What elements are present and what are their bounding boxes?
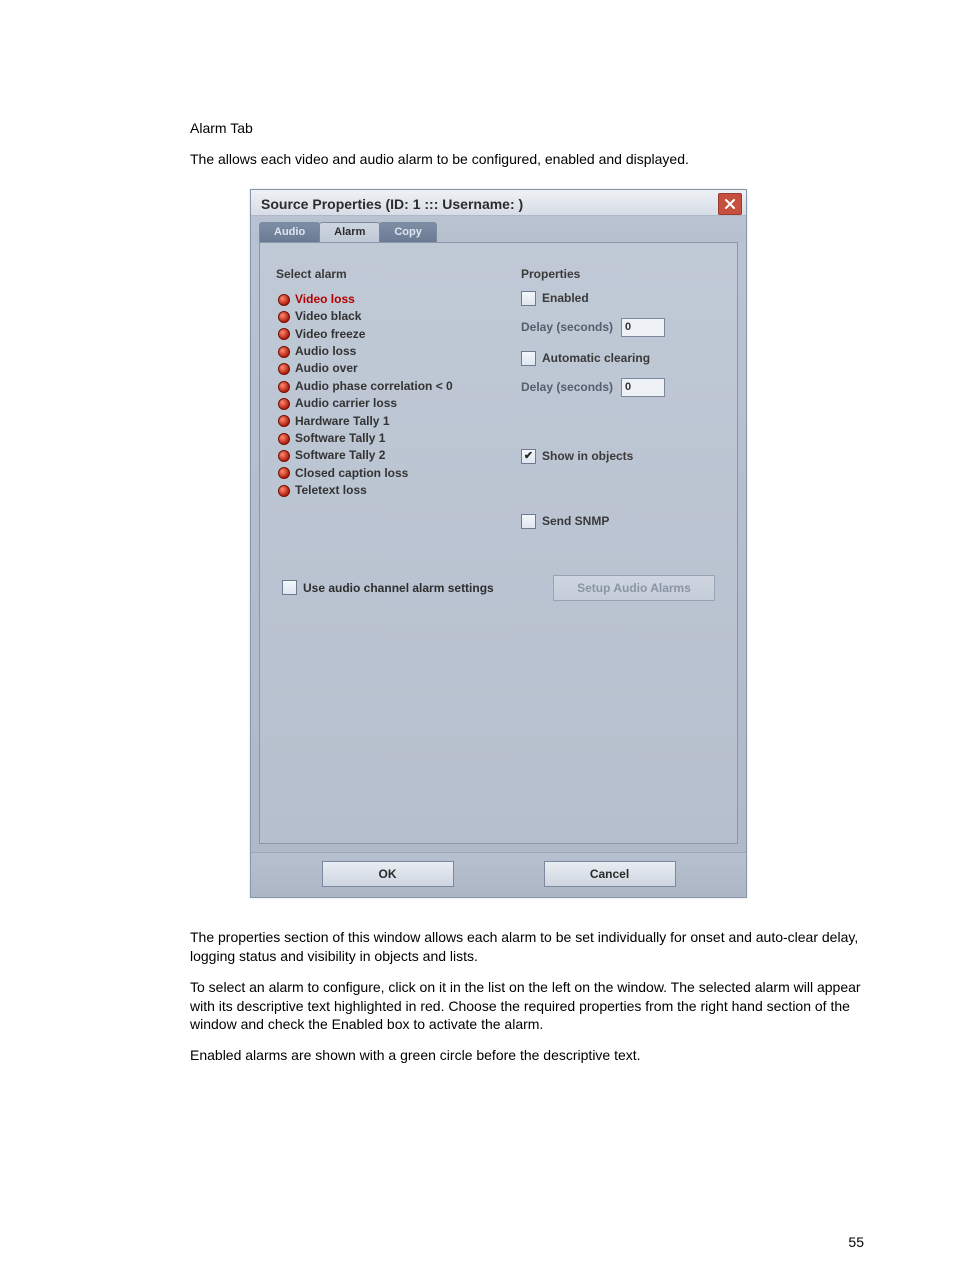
body-paragraph: To select an alarm to configure, click o…	[190, 978, 864, 1035]
status-dot-icon	[278, 381, 290, 393]
list-item[interactable]: Teletext loss	[278, 482, 497, 499]
titlebar: Source Properties (ID: 1 ::: Username: )	[251, 190, 746, 216]
list-item[interactable]: Audio over	[278, 360, 497, 377]
text: The	[190, 151, 218, 167]
send-snmp-checkbox-row[interactable]: Send SNMP	[521, 514, 721, 529]
list-item[interactable]: Video black	[278, 308, 497, 325]
dialog-buttons: OK Cancel	[251, 852, 746, 897]
intro-paragraph: The allows each video and audio alarm to…	[190, 150, 864, 169]
checkbox-label: Enabled	[542, 291, 589, 305]
alarm-label: Video black	[295, 308, 361, 325]
list-item[interactable]: Audio phase correlation < 0	[278, 378, 497, 395]
checkbox-icon[interactable]	[282, 580, 297, 595]
tab-alarm[interactable]: Alarm	[319, 222, 380, 242]
tab-audio[interactable]: Audio	[259, 222, 320, 242]
status-dot-icon	[278, 450, 290, 462]
alarm-label: Audio loss	[295, 343, 356, 360]
setup-audio-alarms-button[interactable]: Setup Audio Alarms	[553, 575, 715, 601]
ok-button[interactable]: OK	[322, 861, 454, 887]
alarm-label: Software Tally 1	[295, 430, 385, 447]
enabled-delay-input[interactable]	[621, 318, 665, 337]
alarm-label: Audio over	[295, 360, 358, 377]
checkbox-label: Automatic clearing	[542, 351, 650, 365]
status-dot-icon	[278, 328, 290, 340]
alarm-label: Teletext loss	[295, 482, 367, 499]
close-icon[interactable]	[718, 193, 742, 215]
delay-label: Delay (seconds)	[521, 380, 613, 394]
status-dot-icon	[278, 467, 290, 479]
status-dot-icon	[278, 311, 290, 323]
status-dot-icon	[278, 485, 290, 497]
checkbox-label: Use audio channel alarm settings	[303, 581, 494, 595]
checkbox-icon[interactable]	[521, 351, 536, 366]
list-item[interactable]: Hardware Tally 1	[278, 413, 497, 430]
list-item[interactable]: Video freeze	[278, 326, 497, 343]
alarm-label: Video loss	[295, 291, 355, 308]
auto-clear-checkbox-row[interactable]: Automatic clearing	[521, 351, 721, 366]
tab-copy[interactable]: Copy	[379, 222, 437, 242]
checkbox-label: Show in objects	[542, 449, 633, 463]
dialog-screenshot: Source Properties (ID: 1 ::: Username: )…	[250, 189, 864, 898]
alarm-label: Software Tally 2	[295, 447, 385, 464]
body-paragraph: The properties section of this window al…	[190, 928, 864, 966]
text: To select an alarm to configure, click o…	[190, 979, 488, 995]
text: allows each video and audio alarm to be …	[218, 151, 689, 167]
show-in-objects-checkbox-row[interactable]: ✔ Show in objects	[521, 449, 721, 464]
checkbox-icon[interactable]	[521, 514, 536, 529]
tab-panel: Select alarm Video loss Video black Vide…	[259, 242, 738, 844]
cancel-button[interactable]: Cancel	[544, 861, 676, 887]
page-number: 55	[848, 1234, 864, 1250]
status-dot-icon	[278, 363, 290, 375]
status-dot-icon	[278, 398, 290, 410]
list-item[interactable]: Video loss	[278, 291, 497, 308]
status-dot-icon	[278, 346, 290, 358]
properties-heading: Properties	[521, 267, 721, 281]
delay-label: Delay (seconds)	[521, 320, 613, 334]
alarm-label: Audio carrier loss	[295, 395, 397, 412]
section-heading: Alarm Tab	[190, 120, 864, 136]
window-title: Source Properties (ID: 1 ::: Username: )	[261, 196, 523, 212]
select-alarm-heading: Select alarm	[276, 267, 497, 281]
alarm-label: Hardware Tally 1	[295, 413, 390, 430]
source-properties-dialog: Source Properties (ID: 1 ::: Username: )…	[250, 189, 747, 898]
checkbox-label: Send SNMP	[542, 514, 609, 528]
status-dot-icon	[278, 415, 290, 427]
list-item[interactable]: Closed caption loss	[278, 465, 497, 482]
tabs: Audio Alarm Copy	[251, 216, 746, 242]
body-paragraph: Enabled alarms are shown with a green ci…	[190, 1046, 864, 1065]
checkbox-icon[interactable]: ✔	[521, 449, 536, 464]
list-item[interactable]: Software Tally 1	[278, 430, 497, 447]
alarm-label: Closed caption loss	[295, 465, 408, 482]
list-item[interactable]: Software Tally 2	[278, 447, 497, 464]
status-dot-icon	[278, 294, 290, 306]
checkbox-icon[interactable]	[521, 291, 536, 306]
autoclear-delay-input[interactable]	[621, 378, 665, 397]
alarm-list: Video loss Video black Video freeze Audi…	[276, 291, 497, 500]
alarm-label: Audio phase correlation < 0	[295, 378, 453, 395]
list-item[interactable]: Audio carrier loss	[278, 395, 497, 412]
alarm-label: Video freeze	[295, 326, 365, 343]
status-dot-icon	[278, 433, 290, 445]
enabled-checkbox-row[interactable]: Enabled	[521, 291, 721, 306]
list-item[interactable]: Audio loss	[278, 343, 497, 360]
use-audio-channel-checkbox-row[interactable]: Use audio channel alarm settings	[282, 580, 494, 595]
